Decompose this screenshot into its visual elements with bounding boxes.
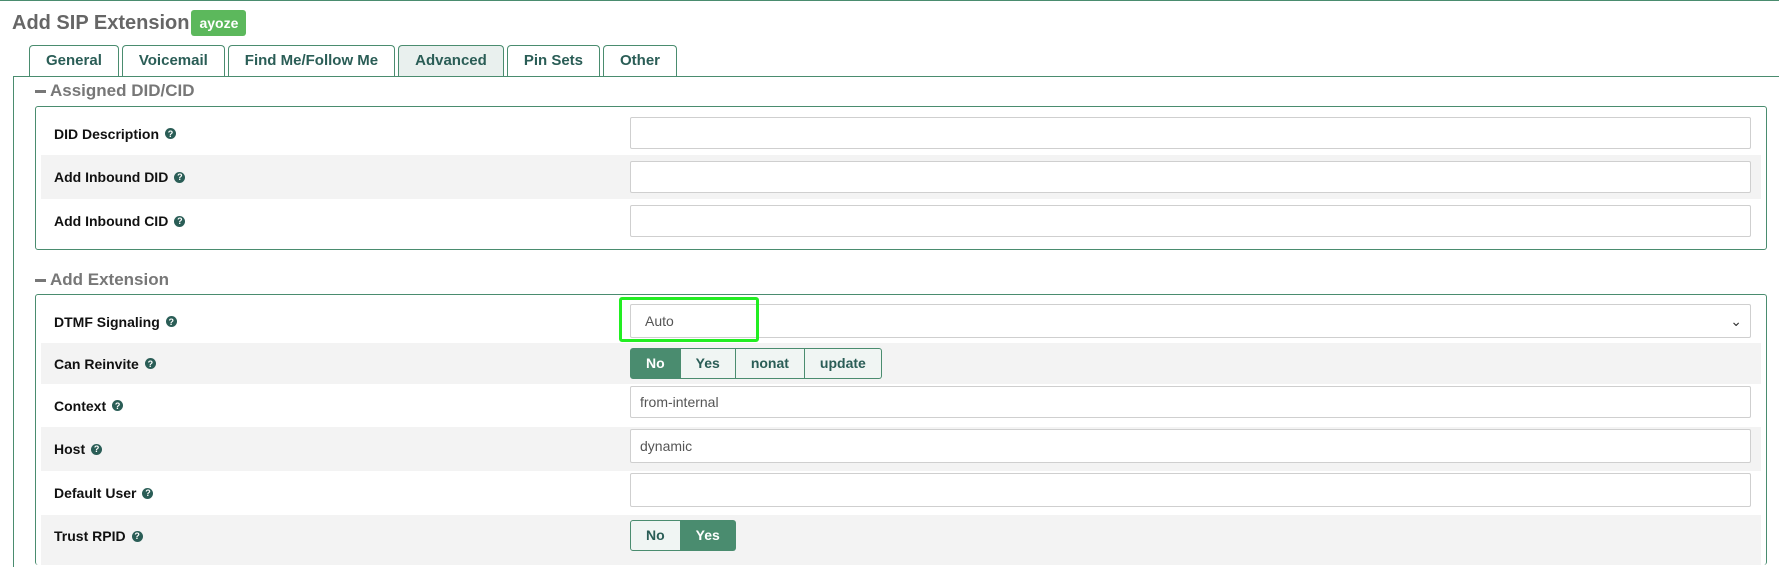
row-can-reinvite: Can Reinvite ? No Yes nonat update <box>41 343 1761 384</box>
trust-rpid-yes-button[interactable]: Yes <box>680 520 736 551</box>
reinvite-nonat-button[interactable]: nonat <box>735 348 805 379</box>
reinvite-no-button[interactable]: No <box>630 348 681 379</box>
default-user-input[interactable] <box>630 473 1751 507</box>
context-input[interactable]: from-internal <box>630 386 1751 418</box>
label-dtmf-signaling: DTMF Signaling ? <box>54 300 177 343</box>
top-divider <box>0 0 1779 1</box>
label-host: Host ? <box>54 427 103 471</box>
can-reinvite-toggle: No Yes nonat update <box>630 348 882 379</box>
trust-rpid-no-button[interactable]: No <box>630 520 681 551</box>
row-default-user: Default User ? <box>41 471 1761 515</box>
section-header-add-extension[interactable]: Add Extension <box>35 270 169 290</box>
tab-voicemail[interactable]: Voicemail <box>121 45 225 76</box>
dtmf-selected-value: Auto <box>645 313 674 329</box>
question-circle-icon[interactable]: ? <box>131 530 143 542</box>
question-circle-icon[interactable]: ? <box>144 358 156 369</box>
chevron-down-icon: ⌄ <box>1730 313 1742 329</box>
fieldset-did-cid: DID Description ? Add Inbound DID ? Add … <box>35 106 1767 250</box>
question-circle-icon[interactable]: ? <box>165 128 177 139</box>
page-title: Add SIP Extension <box>12 11 190 34</box>
row-inbound-cid: Add Inbound CID ? <box>41 199 1761 243</box>
row-dtmf-signaling: DTMF Signaling ? Auto ⌄ <box>41 300 1761 343</box>
question-circle-icon[interactable]: ? <box>165 316 177 327</box>
did-description-input[interactable] <box>630 117 1751 149</box>
row-context: Context ? from-internal <box>41 384 1761 427</box>
label-default-user: Default User ? <box>54 471 154 515</box>
tab-find-me-follow-me[interactable]: Find Me/Follow Me <box>227 45 396 76</box>
inbound-cid-input[interactable] <box>630 205 1751 237</box>
row-host: Host ? dynamic <box>41 427 1761 471</box>
minus-icon[interactable] <box>35 89 46 93</box>
fieldset-add-extension: DTMF Signaling ? Auto ⌄ Can Reinvite ? N… <box>35 294 1767 565</box>
row-did-description: DID Description ? <box>41 112 1761 155</box>
label-did-description: DID Description ? <box>54 112 177 155</box>
dtmf-signaling-select[interactable]: Auto ⌄ <box>630 304 1751 338</box>
question-circle-icon[interactable]: ? <box>174 215 186 227</box>
question-circle-icon[interactable]: ? <box>142 487 154 499</box>
label-inbound-did: Add Inbound DID ? <box>54 155 186 199</box>
tab-general[interactable]: General <box>29 45 119 76</box>
section-title-add-extension: Add Extension <box>50 270 170 289</box>
label-can-reinvite: Can Reinvite ? <box>54 343 156 384</box>
question-circle-icon[interactable]: ? <box>112 400 124 411</box>
user-badge: ayoze <box>191 10 247 36</box>
trust-rpid-toggle: No Yes <box>630 520 736 551</box>
minus-icon[interactable] <box>35 278 46 282</box>
inbound-did-input[interactable] <box>630 161 1751 193</box>
label-inbound-cid: Add Inbound CID ? <box>54 199 186 243</box>
row-inbound-did: Add Inbound DID ? <box>41 155 1761 199</box>
reinvite-yes-button[interactable]: Yes <box>680 348 736 379</box>
host-input[interactable]: dynamic <box>630 429 1751 463</box>
tab-advanced[interactable]: Advanced <box>398 45 504 76</box>
page-header: Add SIP Extension ayoze <box>12 8 247 38</box>
question-circle-icon[interactable]: ? <box>91 443 103 455</box>
reinvite-update-button[interactable]: update <box>804 348 882 379</box>
tab-other[interactable]: Other <box>603 45 678 76</box>
question-circle-icon[interactable]: ? <box>174 171 186 183</box>
label-context: Context ? <box>54 384 124 427</box>
tab-pin-sets[interactable]: Pin Sets <box>506 45 601 76</box>
label-trust-rpid: Trust RPID ? <box>54 515 143 557</box>
section-title-did-cid: Assigned DID/CID <box>50 81 195 100</box>
row-trust-rpid: Trust RPID ? No Yes <box>41 515 1761 565</box>
tab-bar: General Voicemail Find Me/Follow Me Adva… <box>29 45 680 77</box>
section-header-did-cid[interactable]: Assigned DID/CID <box>35 81 195 101</box>
